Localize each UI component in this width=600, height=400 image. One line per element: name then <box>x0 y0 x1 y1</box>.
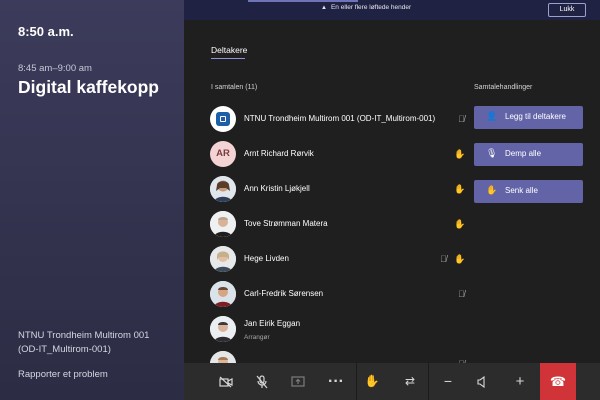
divider <box>428 363 429 400</box>
meeting-title: Digital kaffekopp <box>18 77 159 97</box>
participant-row[interactable]: Tove Strømman Matera ✋ <box>210 209 472 241</box>
participant-row[interactable]: Ann Kristin Ljøkjell ✋ <box>210 174 472 206</box>
room-name: NTNU Trondheim Multirom 001 (OD-IT_Multi… <box>18 329 178 357</box>
notice-text: En eller flere løftede hender <box>330 4 412 11</box>
participant-name: Tove Strømman Matera <box>244 219 328 228</box>
participant-name: Carl-Fredrik Sørensen <box>244 289 324 298</box>
participant-role: Arrangør <box>244 334 270 341</box>
call-control-bar: ··· ✋ ⇄ − + ☎ <box>184 363 600 400</box>
meeting-info-panel: 8:50 a.m. 8:45 am–9:00 am Digital kaffek… <box>0 0 184 400</box>
participant-name: Arnt Richard Rørvik <box>244 149 314 158</box>
warning-icon: ▲ <box>321 5 327 11</box>
participant-row[interactable]: AR Arnt Richard Rørvik ✋ <box>210 139 472 171</box>
raised-hand-icon: ✋ <box>454 219 466 229</box>
button-label: Demp alle <box>505 149 542 158</box>
avatar <box>210 351 236 363</box>
tab-underline <box>211 58 245 59</box>
hang-up-icon: ☎ <box>549 374 567 389</box>
clock: 8:50 a.m. <box>18 24 74 39</box>
mic-off-icon[interactable] <box>244 363 280 400</box>
participant-name: Hege Livden <box>244 254 289 263</box>
avatar <box>210 316 236 342</box>
mute-all-button[interactable]: 🎙 Demp alle <box>474 143 583 166</box>
mic-off-icon: 🎙 <box>486 148 498 158</box>
participant-name: NTNU Trondheim Multirom 001 (OD-IT_Multi… <box>244 114 436 123</box>
speaker-icon[interactable] <box>464 363 500 400</box>
top-accent-line <box>248 0 358 2</box>
hand-icon: ✋ <box>486 185 498 195</box>
participant-row[interactable]: Carl-Fredrik Sørensen 🎙̸ <box>210 279 472 311</box>
call-actions-title: Samtalehandlinger <box>474 84 533 91</box>
more-icon[interactable]: ··· <box>318 363 354 400</box>
in-call-section-title: I samtalen (11) <box>211 84 258 91</box>
avatar <box>210 281 236 307</box>
participant-name: Ann Kristin Ljøkjell <box>244 184 310 193</box>
mic-off-icon: 🎙̸ <box>458 289 465 299</box>
camera-off-icon[interactable] <box>208 363 244 400</box>
meeting-time-range: 8:45 am–9:00 am <box>18 63 92 74</box>
add-person-icon: 👤 <box>486 111 498 121</box>
participant-name: Jan Eirik Eggan <box>244 319 301 328</box>
raised-hand-icon: ✋ <box>454 254 466 264</box>
avatar <box>210 176 236 202</box>
close-button[interactable]: Lukk <box>548 3 586 17</box>
room-name-line1: NTNU Trondheim Multirom 001 <box>18 330 150 341</box>
tab-participants[interactable]: Deltakere <box>211 45 247 55</box>
mic-off-icon: 🎙̸ <box>440 254 447 264</box>
raise-hand-icon[interactable]: ✋ <box>354 363 390 400</box>
participants-panel: Deltakere I samtalen (11) Samtalehandlin… <box>184 20 600 363</box>
lower-all-hands-button[interactable]: ✋ Senk alle <box>474 180 583 203</box>
room-avatar <box>210 106 236 132</box>
participant-row[interactable]: Hege Livden 🎙̸ ✋ <box>210 244 472 276</box>
share-screen-icon[interactable] <box>280 363 316 400</box>
participant-row[interactable]: NTNU Trondheim Multirom 001 (OD-IT_Multi… <box>210 104 472 136</box>
avatar <box>210 211 236 237</box>
participant-row-partial[interactable]: 🎙̸ <box>210 349 472 363</box>
switch-icon[interactable]: ⇄ <box>392 363 428 400</box>
volume-down-icon[interactable]: − <box>430 363 466 400</box>
raised-hand-icon: ✋ <box>454 184 466 194</box>
room-name-line2: (OD-IT_Multirom-001) <box>18 344 111 355</box>
volume-up-icon[interactable]: + <box>502 363 538 400</box>
add-participants-button[interactable]: 👤 Legg til deltakere <box>474 106 583 129</box>
hang-up-button[interactable]: ☎ <box>540 363 576 400</box>
mic-off-icon: 🎙̸ <box>458 114 465 124</box>
avatar: AR <box>210 141 236 167</box>
button-label: Legg til deltakere <box>505 112 566 121</box>
raised-hand-icon: ✋ <box>454 149 466 159</box>
button-label: Senk alle <box>505 186 538 195</box>
raised-hands-notice: ▲ En eller flere løftede hender <box>321 4 411 11</box>
notice-bar: ▲ En eller flere løftede hender Lukk <box>184 0 600 21</box>
participant-row[interactable]: Jan Eirik Eggan Arrangør <box>210 314 472 346</box>
report-problem-link[interactable]: Rapporter et problem <box>18 369 108 380</box>
avatar <box>210 246 236 272</box>
